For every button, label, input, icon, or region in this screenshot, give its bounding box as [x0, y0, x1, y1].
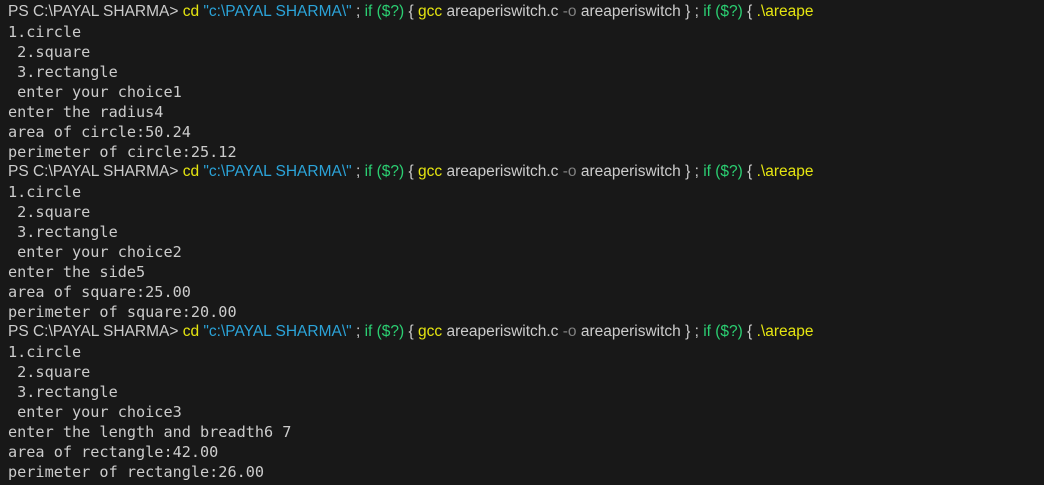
output-line: 2.square: [8, 203, 91, 221]
output-line: enter the side5: [8, 263, 146, 281]
command-token: areaperiswitch } ;: [576, 163, 704, 180]
command-token: {: [742, 323, 757, 340]
command-token: ;: [351, 3, 365, 20]
command-token: areaperiswitch.c: [442, 3, 563, 20]
output-line: 1.circle: [8, 343, 82, 361]
output-line: enter your choice3: [8, 403, 182, 421]
command-token: {: [404, 323, 419, 340]
output-line: 3.rectangle: [8, 383, 118, 401]
command-token: areaperiswitch.c: [442, 163, 563, 180]
prompt-line: PS C:\PAYAL SHARMA> cd "c:\PAYAL SHARMA\…: [8, 322, 1044, 342]
output-line: perimeter of rectangle:26.00: [8, 463, 265, 481]
command-token: ($?): [715, 323, 743, 340]
command-token: cd: [182, 3, 200, 20]
command-token: if: [703, 163, 711, 180]
command-token: "c:\PAYAL SHARMA\": [203, 3, 352, 20]
command-token: "c:\PAYAL SHARMA\": [203, 163, 352, 180]
command-token: cd: [182, 163, 200, 180]
command-token: -o: [562, 323, 577, 340]
command-token: -o: [562, 3, 577, 20]
output-line: 3.rectangle: [8, 63, 118, 81]
command-token: ($?): [376, 163, 405, 180]
output-line: 3.rectangle: [8, 223, 118, 241]
terminal-panel[interactable]: PS C:\PAYAL SHARMA> cd "c:\PAYAL SHARMA\…: [0, 0, 1044, 485]
command-token: -o: [562, 163, 577, 180]
output-line: 1.circle: [8, 183, 82, 201]
prompt-line: PS C:\PAYAL SHARMA> cd "c:\PAYAL SHARMA\…: [8, 2, 1044, 22]
output-line: enter the radius4: [8, 103, 164, 121]
prompt-path: PS C:\PAYAL SHARMA>: [8, 3, 183, 20]
command-token: ;: [351, 163, 365, 180]
command-token: ($?): [715, 163, 743, 180]
command-token: ($?): [376, 3, 405, 20]
output-line: perimeter of square:20.00: [8, 303, 237, 321]
output-line: area of rectangle:42.00: [8, 443, 219, 461]
output-line: enter your choice1: [8, 83, 182, 101]
prompt-path: PS C:\PAYAL SHARMA>: [8, 323, 183, 340]
command-token: {: [742, 163, 757, 180]
output-line: area of circle:50.24: [8, 123, 191, 141]
command-token: areaperiswitch } ;: [576, 3, 704, 20]
command-token: {: [404, 3, 419, 20]
command-token: .\areape: [756, 3, 814, 20]
command-token: gcc: [418, 3, 443, 20]
prompt-path: PS C:\PAYAL SHARMA>: [8, 163, 183, 180]
command-token: if: [703, 323, 711, 340]
command-token: .\areape: [756, 323, 814, 340]
command-token: ($?): [715, 3, 743, 20]
output-line: 1.circle: [8, 23, 82, 41]
prompt-line: PS C:\PAYAL SHARMA> cd "c:\PAYAL SHARMA\…: [8, 162, 1044, 182]
command-token: "c:\PAYAL SHARMA\": [203, 323, 352, 340]
command-token: ($?): [376, 323, 405, 340]
command-token: areaperiswitch.c: [442, 323, 563, 340]
command-token: areaperiswitch } ;: [576, 323, 704, 340]
output-line: enter the length and breadth6 7: [8, 423, 292, 441]
command-token: gcc: [418, 323, 443, 340]
output-line: enter your choice2: [8, 243, 182, 261]
command-token: .\areape: [756, 163, 814, 180]
command-token: {: [404, 163, 419, 180]
command-token: if: [703, 3, 711, 20]
output-line: area of square:25.00: [8, 283, 191, 301]
output-line: 2.square: [8, 43, 91, 61]
output-line: perimeter of circle:25.12: [8, 143, 237, 161]
output-line: 2.square: [8, 363, 91, 381]
command-token: ;: [351, 323, 365, 340]
command-token: gcc: [418, 163, 443, 180]
command-token: {: [742, 3, 757, 20]
command-token: cd: [182, 323, 200, 340]
